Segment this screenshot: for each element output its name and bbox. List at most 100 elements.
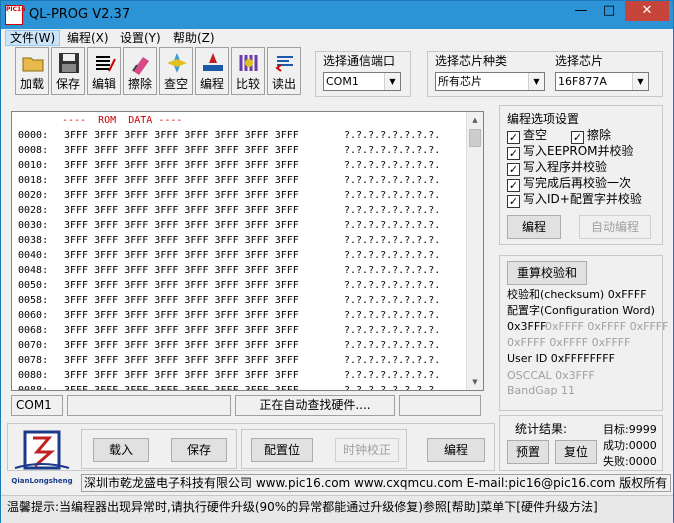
rom-header: ---- ROM DATA ---- xyxy=(62,115,183,126)
check-icon: ✓ xyxy=(507,131,520,144)
blank-check-button[interactable]: 查空 xyxy=(159,47,193,95)
rom-ascii: ?.?.?.?.?.?.?.?. xyxy=(344,385,441,391)
chip-label: 选择芯片 xyxy=(553,52,606,69)
rom-hex-data: 3FFF 3FFF 3FFF 3FFF 3FFF 3FFF 3FFF 3FFF xyxy=(64,145,299,156)
chip-select[interactable]: 16F877A ▼ xyxy=(555,72,649,91)
rom-hex-data: 3FFF 3FFF 3FFF 3FFF 3FFF 3FFF 3FFF 3FFF xyxy=(64,340,299,351)
rom-row: 0008: 3FFF 3FFF 3FFF 3FFF 3FFF 3FFF 3FFF … xyxy=(18,143,440,158)
rom-row: 0000: 3FFF 3FFF 3FFF 3FFF 3FFF 3FFF 3FFF … xyxy=(18,128,440,143)
menu-help[interactable]: 帮助(Z) xyxy=(169,30,219,46)
bottom-save-button[interactable]: 保存 xyxy=(171,438,227,462)
bottom-load-button[interactable]: 载入 xyxy=(93,438,149,462)
scroll-up-icon[interactable]: ▲ xyxy=(467,112,483,128)
rom-hex-data: 3FFF 3FFF 3FFF 3FFF 3FFF 3FFF 3FFF 3FFF xyxy=(64,190,299,201)
rom-hex-data: 3FFF 3FFF 3FFF 3FFF 3FFF 3FFF 3FFF 3FFF xyxy=(64,160,299,171)
erase-checkbox[interactable]: ✓ 擦除 xyxy=(571,128,611,144)
comm-port-select[interactable]: COM1 ▼ xyxy=(323,72,401,91)
chevron-down-icon: ▼ xyxy=(632,73,648,90)
scroll-thumb[interactable] xyxy=(469,129,481,147)
rom-address: 0050: xyxy=(18,280,49,291)
config-word-1: 0x3FFF xyxy=(507,320,547,333)
config-word-label: 配置字(Configuration Word) xyxy=(507,304,655,317)
window-title: QL-PROG V2.37 xyxy=(29,7,131,22)
erase-button[interactable]: 擦除 xyxy=(123,47,157,95)
auto-program-button[interactable]: 自动编程 xyxy=(579,215,651,239)
edit-button[interactable]: 编辑 xyxy=(87,47,121,95)
rom-ascii: ?.?.?.?.?.?.?.?. xyxy=(344,235,441,246)
rom-data-view[interactable]: ---- ROM DATA ---- 0000: 3FFF 3FFF 3FFF 3… xyxy=(11,111,484,391)
maximize-button[interactable]: □ xyxy=(595,1,623,23)
company-logo: QianLongsheng xyxy=(11,430,73,486)
rom-row: 0088: 3FFF 3FFF 3FFF 3FFF 3FFF 3FFF 3FFF … xyxy=(18,383,441,391)
rom-hex-data: 3FFF 3FFF 3FFF 3FFF 3FFF 3FFF 3FFF 3FFF xyxy=(64,355,299,366)
rom-hex-data: 3FFF 3FFF 3FFF 3FFF 3FFF 3FFF 3FFF 3FFF xyxy=(64,370,299,381)
rom-row: 0048: 3FFF 3FFF 3FFF 3FFF 3FFF 3FFF 3FFF … xyxy=(18,263,440,278)
edit-list-icon xyxy=(96,56,116,72)
scroll-down-icon[interactable]: ▼ xyxy=(467,374,483,390)
footer-tip: 温馨提示:当编程器出现异常时,请执行硬件升级(90%的异常都能通过升级修复)参照… xyxy=(1,495,673,523)
rom-address: 0030: xyxy=(18,220,49,231)
rom-ascii: ?.?.?.?.?.?.?.?. xyxy=(344,250,441,261)
reset-button[interactable]: 复位 xyxy=(555,440,597,464)
blank-checkbox[interactable]: ✓ 查空 xyxy=(507,128,547,144)
rom-row: 0080: 3FFF 3FFF 3FFF 3FFF 3FFF 3FFF 3FFF … xyxy=(18,368,440,383)
recalc-checksum-button[interactable]: 重算校验和 xyxy=(507,261,587,285)
rom-ascii: ?.?.?.?.?.?.?.?. xyxy=(344,175,441,186)
clock-calibrate-button[interactable]: 时钟校正 xyxy=(335,438,399,462)
rom-address: 0028: xyxy=(18,205,49,216)
minimize-button[interactable]: — xyxy=(567,1,595,23)
rom-ascii: ?.?.?.?.?.?.?.?. xyxy=(344,130,441,141)
rom-ascii: ?.?.?.?.?.?.?.?. xyxy=(344,280,441,291)
chip-type-select[interactable]: 所有芯片 ▼ xyxy=(435,72,545,91)
rom-hex-data: 3FFF 3FFF 3FFF 3FFF 3FFF 3FFF 3FFF 3FFF xyxy=(64,310,299,321)
compare-button[interactable]: 比较 xyxy=(231,47,265,95)
menu-file[interactable]: 文件(W) xyxy=(5,30,61,46)
checksum-value: 校验和(checksum) 0xFFFF xyxy=(507,288,647,301)
rom-row: 0038: 3FFF 3FFF 3FFF 3FFF 3FFF 3FFF 3FFF … xyxy=(18,233,440,248)
read-button[interactable]: 读出 xyxy=(267,47,301,95)
check-icon: ✓ xyxy=(507,179,520,192)
menu-program[interactable]: 编程(X) xyxy=(63,30,113,46)
rom-hex-data: 3FFF 3FFF 3FFF 3FFF 3FFF 3FFF 3FFF 3FFF xyxy=(64,325,299,336)
rom-hex-data: 3FFF 3FFF 3FFF 3FFF 3FFF 3FFF 3FFF 3FFF xyxy=(64,280,299,291)
osccal: OSCCAL 0x3FFF xyxy=(507,369,595,382)
write-eeprom-checkbox[interactable]: ✓ 写入EEPROM并校验 xyxy=(507,144,634,160)
rom-ascii: ?.?.?.?.?.?.?.?. xyxy=(344,340,441,351)
menu-settings[interactable]: 设置(Y) xyxy=(116,30,165,46)
title-bar[interactable]: PIC16 QL-PROG V2.37 — □ ✕ xyxy=(1,1,673,29)
stats-fail: 失败:0000 xyxy=(603,455,657,468)
program-toolbar-button[interactable]: 编程 xyxy=(195,47,229,95)
rom-ascii: ?.?.?.?.?.?.?.?. xyxy=(344,370,441,381)
rom-address: 0068: xyxy=(18,325,49,336)
rom-row: 0078: 3FFF 3FFF 3FFF 3FFF 3FFF 3FFF 3FFF … xyxy=(18,353,440,368)
rom-ascii: ?.?.?.?.?.?.?.?. xyxy=(344,220,441,231)
rom-hex-data: 3FFF 3FFF 3FFF 3FFF 3FFF 3FFF 3FFF 3FFF xyxy=(64,235,299,246)
rom-address: 0048: xyxy=(18,265,49,276)
rom-hex-data: 3FFF 3FFF 3FFF 3FFF 3FFF 3FFF 3FFF 3FFF xyxy=(64,295,299,306)
program-button[interactable]: 编程 xyxy=(507,215,561,239)
save-button[interactable]: 保存 xyxy=(51,47,85,95)
write-program-checkbox[interactable]: ✓ 写入程序并校验 xyxy=(507,160,607,176)
bottom-program-button[interactable]: 编程 xyxy=(427,438,485,462)
rom-hex-data: 3FFF 3FFF 3FFF 3FFF 3FFF 3FFF 3FFF 3FFF xyxy=(64,385,299,391)
rom-row: 0068: 3FFF 3FFF 3FFF 3FFF 3FFF 3FFF 3FFF … xyxy=(18,323,440,338)
bandgap: BandGap 11 xyxy=(507,384,575,397)
write-id-checkbox[interactable]: ✓ 写入ID+配置字并校验 xyxy=(507,192,642,208)
rom-scrollbar[interactable]: ▲ ▼ xyxy=(466,112,483,390)
rom-address: 0058: xyxy=(18,295,49,306)
rom-ascii: ?.?.?.?.?.?.?.?. xyxy=(344,325,441,336)
check-icon: ✓ xyxy=(571,131,584,144)
preset-button[interactable]: 预置 xyxy=(507,440,549,464)
verify-once-checkbox[interactable]: ✓ 写完成后再校验一次 xyxy=(507,176,631,192)
app-icon: PIC16 xyxy=(5,5,25,25)
status-progress xyxy=(399,395,481,416)
close-button[interactable]: ✕ xyxy=(625,1,669,21)
rom-address: 0008: xyxy=(18,145,49,156)
stats-title: 统计结果: xyxy=(515,422,568,436)
load-button[interactable]: 加载 xyxy=(15,47,49,95)
chevron-down-icon: ▼ xyxy=(384,73,400,90)
config-bits-button[interactable]: 配置位 xyxy=(251,438,313,462)
program-icon xyxy=(203,53,223,71)
rom-row: 0060: 3FFF 3FFF 3FFF 3FFF 3FFF 3FFF 3FFF … xyxy=(18,308,440,323)
config-word-row2: 0xFFFF 0xFFFF 0xFFFF xyxy=(507,336,631,349)
